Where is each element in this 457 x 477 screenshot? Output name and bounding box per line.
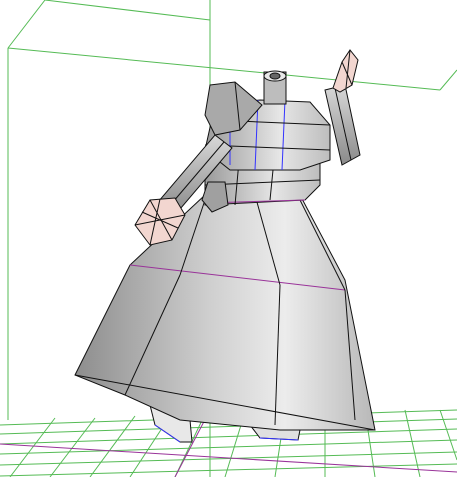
3d-viewport[interactable]	[0, 0, 457, 477]
right-hand	[332, 49, 359, 93]
skirt-mesh	[74, 194, 376, 431]
viewport-canvas[interactable]	[0, 0, 457, 477]
neck	[263, 70, 287, 105]
